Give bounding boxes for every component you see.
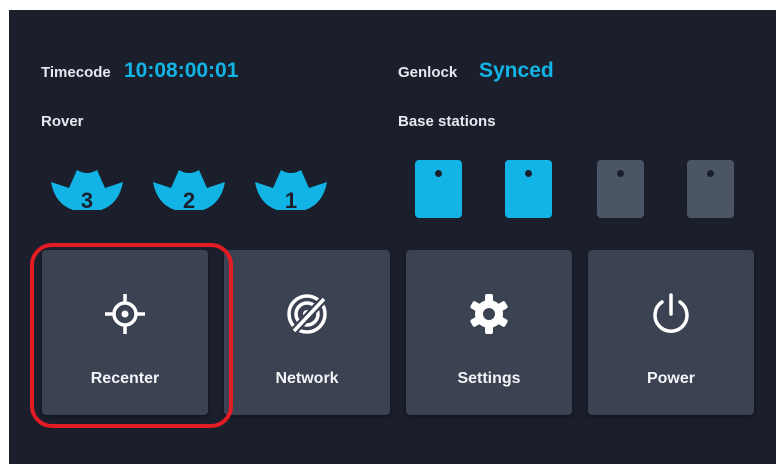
genlock-label: Genlock: [398, 64, 458, 81]
power-button[interactable]: Power: [588, 250, 754, 415]
timecode-label: Timecode: [41, 64, 111, 81]
base-station-1: [415, 160, 462, 218]
network-button[interactable]: Network: [224, 250, 390, 415]
settings-label: Settings: [457, 370, 521, 387]
power-label: Power: [646, 370, 695, 387]
rover-section-label: Rover: [41, 113, 84, 130]
base-stations-section-label: Base stations: [398, 113, 496, 130]
recenter-button[interactable]: Recenter: [42, 250, 208, 415]
rover-3-number: 3: [81, 188, 93, 212]
rover-2-icon: 2: [153, 170, 225, 212]
gear-icon: [470, 294, 508, 334]
rover-1-icon: 1: [255, 170, 327, 212]
power-icon: [653, 293, 689, 333]
base-station-3: [597, 160, 644, 218]
rover-3-icon: 3: [51, 170, 123, 212]
base-station-2: [505, 160, 552, 218]
network-label: Network: [275, 370, 339, 387]
settings-button[interactable]: Settings: [406, 250, 572, 415]
crosshair-icon: [105, 294, 145, 334]
rover-2-number: 2: [183, 188, 195, 212]
timecode-value: 10:08:00:01: [124, 59, 239, 82]
base-station-4: [687, 160, 734, 218]
rover-1-number: 1: [285, 188, 297, 212]
device-screen: Timecode 10:08:00:01 Genlock Synced Rove…: [9, 10, 776, 464]
genlock-value: Synced: [479, 59, 554, 82]
network-off-icon: [287, 294, 327, 334]
recenter-label: Recenter: [90, 370, 160, 387]
